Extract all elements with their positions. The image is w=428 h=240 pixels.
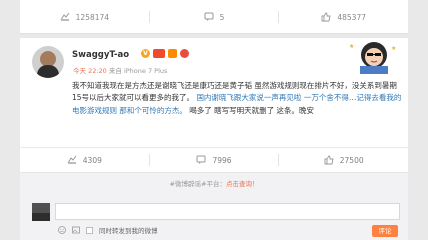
comment-area: #微博辟谣#平台：点击查询！ 同时转发到我的微博 评论 — [20, 172, 408, 240]
repost-checkbox[interactable] — [86, 226, 93, 234]
post-actions: 4309 7996 27500 — [20, 147, 408, 172]
submit-comment-button[interactable]: 评论 — [372, 225, 398, 237]
topic-link[interactable]: 点击查询！ — [226, 180, 259, 188]
topic-prefix: #微博辟谣#平台： — [169, 180, 226, 188]
user-badges: V — [141, 49, 189, 58]
medal-icon — [168, 49, 177, 58]
post-source: 来自 iPhone 7 Plus — [108, 67, 168, 75]
fan-badge-icon — [180, 49, 189, 58]
comment-count: 7996 — [212, 155, 232, 165]
post-meta: 今天 22:20 来自 iPhone 7 Plus — [73, 65, 167, 75]
comment-count: 5 — [219, 12, 225, 22]
my-avatar — [32, 203, 50, 221]
image-icon[interactable] — [72, 226, 80, 234]
thumbs-up-icon — [321, 12, 331, 22]
content-text-3: 喝多了 瞎写写明天就删了 这条。晚安 — [189, 105, 315, 115]
cartoon-sticker-icon: ★ ★ — [349, 42, 396, 74]
previous-post-card: 1258174 5 485377 — [20, 0, 408, 34]
avatar[interactable] — [32, 46, 64, 78]
comment-action[interactable]: 5 — [150, 12, 279, 22]
post-content: 我不知道我现在是方杰还是谢晓飞还是康巧还是黄子韬 虽然游戏规则现在排片不好，没关… — [72, 80, 402, 117]
thumbs-up-icon — [324, 155, 334, 165]
comment-icon — [204, 12, 214, 21]
comment-action[interactable]: 7996 — [150, 155, 279, 165]
comment-tools: 同时转发到我的微博 — [58, 225, 158, 235]
share-count: 4309 — [82, 155, 102, 165]
post-time[interactable]: 今天 22:20 — [73, 67, 107, 75]
repost-checkbox-label: 同时转发到我的微博 — [99, 227, 158, 235]
verified-icon: V — [141, 49, 150, 58]
svg-text:★: ★ — [349, 43, 354, 50]
vip-icon — [153, 49, 165, 58]
comment-icon — [196, 155, 206, 164]
like-count: 27500 — [339, 155, 364, 165]
share-icon — [67, 155, 77, 164]
previous-post-actions: 1258174 5 485377 — [20, 8, 408, 26]
rumor-topic: #微博辟谣#平台：点击查询！ — [20, 178, 408, 188]
post-card: SwaggyT-ao V 今天 22:20 来自 iPhone 7 Plus ★… — [20, 38, 408, 172]
share-action[interactable]: 4309 — [20, 155, 149, 165]
comment-input[interactable] — [55, 203, 400, 220]
like-action[interactable]: 27500 — [279, 155, 408, 165]
emoji-icon[interactable] — [58, 226, 66, 234]
share-icon — [60, 12, 70, 21]
share-count: 1258174 — [75, 12, 110, 22]
username[interactable]: SwaggyT-ao — [72, 50, 129, 60]
like-action[interactable]: 485377 — [279, 12, 408, 22]
svg-text:★: ★ — [391, 45, 396, 52]
like-count: 485377 — [337, 12, 366, 22]
weibo-page: 1258174 5 485377 SwaggyT-ao V 今天 22:20 来… — [0, 0, 428, 240]
share-action[interactable]: 1258174 — [20, 12, 149, 22]
